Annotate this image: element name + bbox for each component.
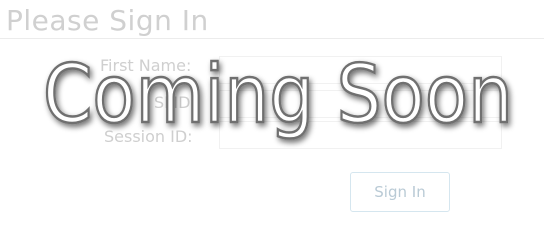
session-id-label: Session ID:: [104, 127, 193, 146]
sfid-input[interactable]: [219, 90, 502, 118]
sign-in-page: Please Sign In First Name: SFID: Session…: [0, 0, 544, 217]
page-title: Please Sign In: [6, 4, 209, 37]
title-divider: [0, 38, 544, 39]
sign-in-button[interactable]: Sign In: [350, 172, 450, 212]
session-id-input[interactable]: [219, 121, 502, 149]
first-name-label: First Name:: [100, 56, 192, 75]
sfid-label: SFID:: [154, 93, 196, 112]
first-name-input[interactable]: [219, 56, 502, 84]
